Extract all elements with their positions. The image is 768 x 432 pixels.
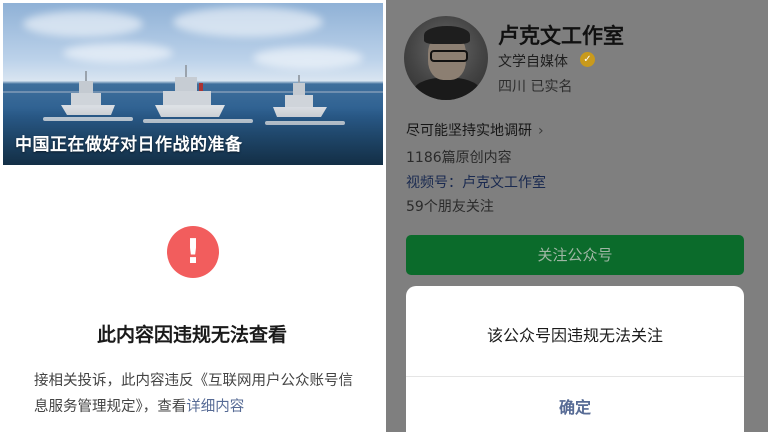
blocked-title: 此内容因违规无法查看 bbox=[96, 324, 287, 346]
cloud bbox=[253, 47, 363, 69]
avatar[interactable] bbox=[404, 16, 488, 100]
video-channel-link[interactable]: 视频号：卢克文工作室 bbox=[406, 172, 546, 192]
dialog-message: 该公众号因违规无法关注 bbox=[486, 326, 663, 345]
article-cover-image[interactable]: 中国正在做好对日作战的准备 bbox=[3, 3, 383, 165]
cloud bbox=[23, 11, 143, 37]
friends-following-count: 59个朋友关注 bbox=[406, 199, 494, 215]
chevron-right-icon: › bbox=[538, 123, 544, 139]
blocked-follow-dialog: 该公众号因违规无法关注 确定 bbox=[406, 286, 744, 432]
cloud bbox=[173, 7, 323, 37]
article-headline[interactable]: 中国正在做好对日作战的准备 bbox=[15, 130, 243, 155]
account-name: 卢克文工作室 bbox=[498, 24, 624, 48]
bio-text: 尽可能坚持实地调研 bbox=[406, 123, 532, 139]
confirm-button[interactable]: 确定 bbox=[406, 394, 744, 418]
account-profile-panel: 卢克文工作室 文学自媒体 ✓ 四川 已实名 尽可能坚持实地调研 › 1186篇原创… bbox=[386, 0, 768, 432]
cloud bbox=[63, 43, 173, 63]
exclamation-icon: ! bbox=[167, 226, 219, 278]
verified-badge-icon: ✓ bbox=[580, 52, 595, 67]
details-link[interactable]: 详细内容 bbox=[186, 399, 244, 415]
account-location: 四川 已实名 bbox=[498, 79, 573, 95]
account-bio[interactable]: 尽可能坚持实地调研 › bbox=[406, 120, 544, 140]
follow-account-button[interactable]: 关注公众号 bbox=[406, 235, 744, 275]
account-type: 文学自媒体 bbox=[498, 54, 568, 70]
avatar-glasses bbox=[430, 50, 468, 62]
avatar-hair bbox=[424, 26, 470, 44]
violation-notice: 接相关投诉，此内容违反《互联网用户公众账号信息服务管理规定》，查看详细内容 bbox=[34, 368, 364, 420]
blocked-article-panel: 中国正在做好对日作战的准备 ! 此内容因违规无法查看 接相关投诉，此内容违反《互… bbox=[0, 0, 384, 432]
avatar-body bbox=[412, 78, 482, 100]
dialog-divider bbox=[406, 376, 744, 377]
original-articles-count: 1186篇原创内容 bbox=[406, 150, 512, 166]
